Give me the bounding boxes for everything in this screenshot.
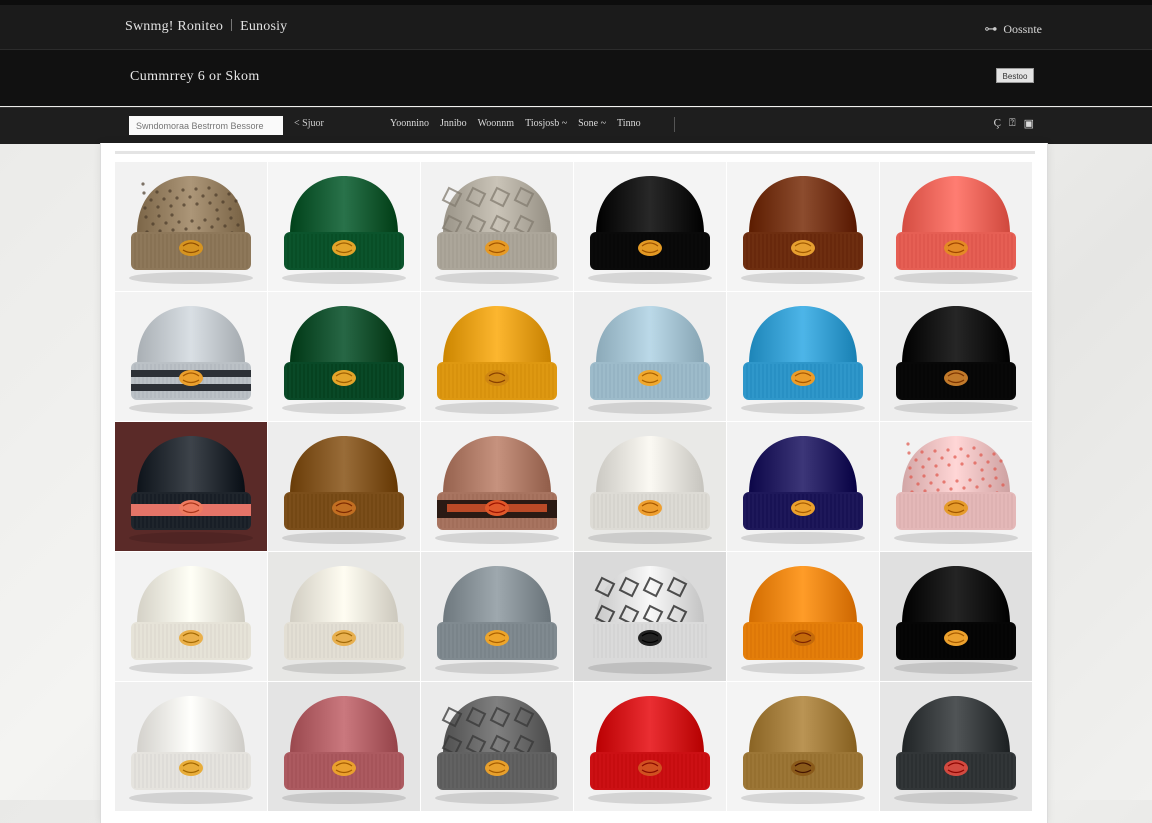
product-card[interactable]: [268, 162, 420, 291]
nav-link-2[interactable]: Jnnibo: [440, 118, 467, 129]
page-title: Cummrrey 6 or Skom: [130, 69, 260, 84]
beanie-image: [894, 696, 1018, 804]
beanie-image: [129, 696, 253, 804]
product-card[interactable]: [574, 162, 726, 291]
user-icon: ⊶: [984, 21, 998, 36]
beanie-image: [282, 306, 406, 414]
product-card[interactable]: [115, 552, 267, 681]
product-card[interactable]: [880, 162, 1032, 291]
product-card[interactable]: [268, 292, 420, 421]
product-card[interactable]: [880, 552, 1032, 681]
product-card[interactable]: [880, 682, 1032, 811]
product-card[interactable]: [880, 292, 1032, 421]
beanie-image: [741, 176, 865, 284]
account-label: Oossnte: [1003, 22, 1042, 36]
account-link[interactable]: ⊶ Oossnte: [984, 21, 1042, 37]
product-card[interactable]: [574, 292, 726, 421]
beanie-image: [435, 176, 559, 284]
search-input[interactable]: [129, 116, 283, 135]
product-card[interactable]: [727, 552, 879, 681]
search-link[interactable]: < Sjuor: [294, 118, 324, 129]
top-bar: Swnmg! Roniteo Eunosiy ⊶ Oossnte: [0, 5, 1152, 50]
product-card[interactable]: [727, 422, 879, 551]
product-card[interactable]: [574, 552, 726, 681]
nav-bar: < Sjuor Yoonnino Jnnibo Woonnm Tiosjosb …: [0, 107, 1152, 144]
product-card[interactable]: [268, 682, 420, 811]
beanie-image: [435, 436, 559, 544]
beanie-image: [894, 436, 1018, 544]
beanie-image: [588, 436, 712, 544]
beanie-image: [588, 696, 712, 804]
product-card[interactable]: [268, 552, 420, 681]
brand-secondary: Eunosiy: [240, 19, 288, 34]
product-card[interactable]: [727, 682, 879, 811]
product-card[interactable]: [421, 552, 573, 681]
beanie-image: [894, 566, 1018, 674]
brand-name: Swnmg! Roniteo: [125, 19, 224, 34]
product-card[interactable]: [421, 292, 573, 421]
beanie-image: [741, 566, 865, 674]
brand-logo[interactable]: Swnmg! Roniteo Eunosiy: [125, 19, 287, 35]
product-card[interactable]: [727, 162, 879, 291]
product-card[interactable]: [115, 162, 267, 291]
nav-link-3[interactable]: Woonnm: [478, 118, 514, 129]
beanie-image: [282, 436, 406, 544]
nav-link-4[interactable]: Tiosjosb ~: [525, 118, 567, 129]
brand-divider: [231, 19, 233, 31]
beanie-image: [435, 696, 559, 804]
beanie-image: [741, 696, 865, 804]
beanie-image: [588, 306, 712, 414]
beanie-image: [129, 176, 253, 284]
product-card[interactable]: [880, 422, 1032, 551]
nav-link-5[interactable]: Sone ~: [578, 118, 606, 129]
hero-button[interactable]: Bestoo: [996, 68, 1034, 83]
beanie-image: [894, 176, 1018, 284]
nav-link-1[interactable]: Yoonnino: [390, 118, 429, 129]
nav-divider: [674, 117, 675, 132]
beanie-image: [435, 306, 559, 414]
beanie-image: [588, 566, 712, 674]
beanie-image: [741, 306, 865, 414]
beanie-image: [129, 436, 253, 544]
beanie-image: [741, 436, 865, 544]
panel-divider: [115, 151, 1035, 154]
beanie-image: [588, 176, 712, 284]
beanie-image: [129, 566, 253, 674]
beanie-image: [435, 566, 559, 674]
product-card[interactable]: [115, 292, 267, 421]
product-card[interactable]: [115, 682, 267, 811]
product-card[interactable]: [421, 422, 573, 551]
product-card[interactable]: [574, 682, 726, 811]
product-card[interactable]: [268, 422, 420, 551]
product-card[interactable]: [421, 162, 573, 291]
product-grid: [115, 162, 1035, 811]
product-card[interactable]: [115, 422, 267, 551]
beanie-image: [282, 696, 406, 804]
product-card[interactable]: [574, 422, 726, 551]
menu-icon[interactable]: ▣: [1024, 117, 1034, 130]
hero-band: Cummrrey 6 or Skom Bestoo: [0, 50, 1152, 106]
nav-icons: Ç ⍰ ▣: [994, 117, 1034, 130]
bag-icon[interactable]: ⍰: [1009, 117, 1016, 130]
beanie-image: [894, 306, 1018, 414]
nav-links: Yoonnino Jnnibo Woonnm Tiosjosb ~ Sone ~…: [390, 118, 641, 129]
product-card[interactable]: [421, 682, 573, 811]
search-icon[interactable]: Ç: [994, 117, 1001, 130]
beanie-image: [129, 306, 253, 414]
beanie-image: [282, 176, 406, 284]
product-card[interactable]: [727, 292, 879, 421]
nav-link-6[interactable]: Tinno: [617, 118, 641, 129]
beanie-image: [282, 566, 406, 674]
